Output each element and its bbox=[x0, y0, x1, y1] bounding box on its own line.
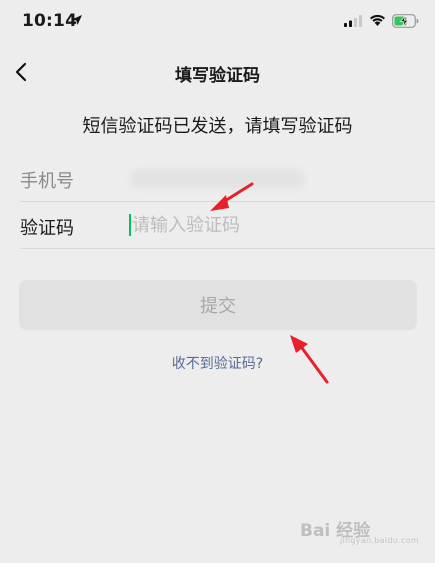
verification-code-input[interactable] bbox=[130, 209, 412, 241]
annotation-arrow-icon bbox=[290, 335, 329, 384]
divider bbox=[20, 248, 435, 249]
no-code-received-link[interactable]: 收不到验证码? bbox=[0, 353, 435, 373]
cellular-signal-icon bbox=[344, 15, 362, 27]
submit-button[interactable]: 提交 bbox=[19, 280, 417, 330]
page-title: 填写验证码 bbox=[175, 66, 260, 86]
text-caret bbox=[129, 214, 131, 236]
annotation-arrow-icon bbox=[210, 182, 254, 211]
nav-bar: 填写验证码 bbox=[0, 46, 435, 98]
watermark-url: jingyan.baidu.com bbox=[340, 536, 419, 545]
wifi-icon bbox=[370, 14, 385, 26]
phone-label: 手机号 bbox=[20, 171, 74, 192]
code-label: 验证码 bbox=[20, 218, 74, 239]
battery-charging-icon bbox=[392, 14, 419, 28]
status-bar: 10:14 bbox=[0, 0, 435, 46]
sms-sent-message: 短信验证码已发送，请填写验证码 bbox=[82, 116, 353, 137]
baidu-jingyan-watermark: Bai 经验 jingyan.baidu.com bbox=[300, 510, 419, 550]
status-time: 10:14 bbox=[22, 11, 78, 31]
location-arrow-icon bbox=[72, 15, 82, 25]
